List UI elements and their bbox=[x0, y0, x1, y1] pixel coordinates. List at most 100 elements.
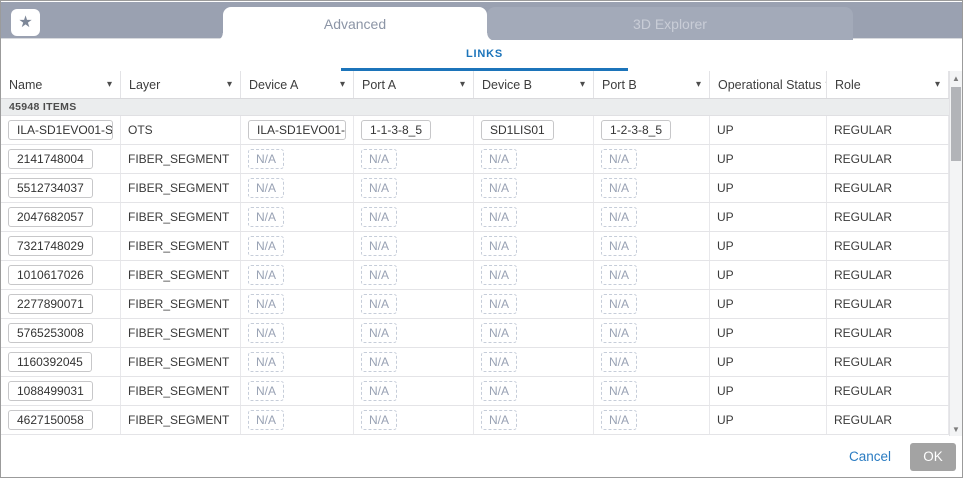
port-a-field-na-placeholder[interactable]: N/A bbox=[361, 410, 398, 430]
device-b-field[interactable]: SD1LIS01 bbox=[481, 120, 554, 140]
column-filter-caret-icon[interactable]: ▾ bbox=[696, 79, 701, 90]
device-a-field-na-placeholder[interactable]: N/A bbox=[248, 294, 285, 314]
device-a-field-na-placeholder[interactable]: N/A bbox=[248, 178, 285, 198]
cancel-button[interactable]: Cancel bbox=[849, 449, 891, 464]
column-filter-caret-icon[interactable]: ▾ bbox=[340, 79, 345, 90]
port-b-field[interactable]: 1-2-3-8_5 bbox=[601, 120, 672, 140]
device-b-field-na-placeholder[interactable]: N/A bbox=[481, 381, 518, 401]
device-a-field-na-placeholder[interactable]: N/A bbox=[248, 265, 285, 285]
scrollbar-thumb[interactable] bbox=[951, 87, 961, 161]
device-a-field-na-placeholder[interactable]: N/A bbox=[248, 207, 285, 227]
role-cell: REGULAR bbox=[827, 116, 949, 144]
name-field[interactable]: 4627150058 bbox=[8, 410, 93, 430]
device-a-field-cell: N/A bbox=[241, 377, 354, 405]
port-b-field-na-placeholder[interactable]: N/A bbox=[601, 352, 638, 372]
port-a-field-na-placeholder[interactable]: N/A bbox=[361, 265, 398, 285]
device-b-field-cell: SD1LIS01 bbox=[474, 116, 594, 144]
column-header-device-a[interactable]: Device A ▾ bbox=[241, 71, 354, 98]
scroll-down-icon[interactable]: ▼ bbox=[950, 424, 962, 436]
port-b-field-na-placeholder[interactable]: N/A bbox=[601, 236, 638, 256]
items-count-band: 45948 ITEMS bbox=[1, 99, 949, 116]
device-b-field-na-placeholder[interactable]: N/A bbox=[481, 178, 518, 198]
device-a-field-na-placeholder[interactable]: N/A bbox=[248, 352, 285, 372]
tab-advanced[interactable]: Advanced bbox=[215, 7, 495, 41]
port-b-field-na-placeholder[interactable]: N/A bbox=[601, 323, 638, 343]
device-a-field-na-placeholder[interactable]: N/A bbox=[248, 410, 285, 430]
device-b-field-na-placeholder[interactable]: N/A bbox=[481, 149, 518, 169]
port-b-field-na-placeholder[interactable]: N/A bbox=[601, 207, 638, 227]
device-b-field-na-placeholder[interactable]: N/A bbox=[481, 265, 518, 285]
name-field[interactable]: 1088499031 bbox=[8, 381, 93, 401]
port-a-field-na-placeholder[interactable]: N/A bbox=[361, 381, 398, 401]
column-header-name[interactable]: Name ▾ bbox=[1, 71, 121, 98]
name-field[interactable]: 5512734037 bbox=[8, 178, 93, 198]
layer-cell: FIBER_SEGMENT bbox=[121, 319, 241, 347]
column-filter-caret-icon[interactable]: ▾ bbox=[227, 79, 232, 90]
column-header-role[interactable]: Role ▾ bbox=[827, 71, 949, 98]
device-b-field-na-placeholder[interactable]: N/A bbox=[481, 207, 518, 227]
port-b-field-na-placeholder[interactable]: N/A bbox=[601, 265, 638, 285]
column-filter-caret-icon[interactable]: ▾ bbox=[935, 79, 940, 90]
column-filter-caret-icon[interactable]: ▾ bbox=[580, 79, 585, 90]
port-a-field-cell: N/A bbox=[354, 348, 474, 376]
favorite-button[interactable]: ★ bbox=[11, 9, 40, 36]
port-b-field-na-placeholder[interactable]: N/A bbox=[601, 178, 638, 198]
column-header-label: Name bbox=[9, 77, 43, 92]
column-filter-caret-icon[interactable]: ▾ bbox=[107, 79, 112, 90]
layer-cell: FIBER_SEGMENT bbox=[121, 377, 241, 405]
column-header-label: Layer bbox=[129, 77, 161, 92]
port-a-field-na-placeholder[interactable]: N/A bbox=[361, 149, 398, 169]
role-cell: REGULAR bbox=[827, 232, 949, 260]
column-header-device-b[interactable]: Device B ▾ bbox=[474, 71, 594, 98]
name-field[interactable]: 2277890071 bbox=[8, 294, 93, 314]
device-b-field-na-placeholder[interactable]: N/A bbox=[481, 352, 518, 372]
port-b-field-na-placeholder[interactable]: N/A bbox=[601, 410, 638, 430]
name-field[interactable]: 1160392045 bbox=[8, 352, 92, 372]
tab-3d-explorer[interactable]: 3D Explorer bbox=[487, 7, 853, 40]
device-a-field-na-placeholder[interactable]: N/A bbox=[248, 381, 285, 401]
port-b-field-na-placeholder[interactable]: N/A bbox=[601, 294, 638, 314]
name-field[interactable]: ILA-SD1EVO01-S... bbox=[8, 120, 113, 140]
operational-status-cell: UP bbox=[710, 348, 827, 376]
column-header-layer[interactable]: Layer ▾ bbox=[121, 71, 241, 98]
device-a-field-na-placeholder[interactable]: N/A bbox=[248, 149, 285, 169]
vertical-scrollbar[interactable]: ▲ ▼ bbox=[949, 71, 962, 438]
port-a-field-na-placeholder[interactable]: N/A bbox=[361, 178, 398, 198]
device-b-field-na-placeholder[interactable]: N/A bbox=[481, 294, 518, 314]
name-field[interactable]: 2141748004 bbox=[8, 149, 93, 169]
scroll-up-icon[interactable]: ▲ bbox=[950, 73, 962, 85]
name-field[interactable]: 5765253008 bbox=[8, 323, 93, 343]
name-field[interactable]: 2047682057 bbox=[8, 207, 93, 227]
column-header-port-a[interactable]: Port A ▾ bbox=[354, 71, 474, 98]
column-header-port-b[interactable]: Port B ▾ bbox=[594, 71, 710, 98]
device-b-field-cell: N/A bbox=[474, 232, 594, 260]
port-a-field-na-placeholder[interactable]: N/A bbox=[361, 323, 398, 343]
device-a-field-na-placeholder[interactable]: N/A bbox=[248, 236, 285, 256]
ok-button[interactable]: OK bbox=[910, 442, 956, 471]
column-header-operational-status[interactable]: Operational Status▾ bbox=[710, 71, 827, 98]
port-a-field-na-placeholder[interactable]: N/A bbox=[361, 207, 398, 227]
port-a-field-cell: 1-1-3-8_5 bbox=[354, 116, 474, 144]
device-b-field-na-placeholder[interactable]: N/A bbox=[481, 323, 518, 343]
port-a-field[interactable]: 1-1-3-8_5 bbox=[361, 120, 432, 140]
layer-cell: FIBER_SEGMENT bbox=[121, 290, 241, 318]
device-a-field[interactable]: ILA-SD1EVO01-S... bbox=[248, 120, 346, 140]
port-b-field-na-placeholder[interactable]: N/A bbox=[601, 149, 638, 169]
name-field-cell: 2047682057 bbox=[1, 203, 121, 231]
layer-cell: FIBER_SEGMENT bbox=[121, 174, 241, 202]
port-a-field-na-placeholder[interactable]: N/A bbox=[361, 294, 398, 314]
device-b-field-cell: N/A bbox=[474, 145, 594, 173]
device-b-field-na-placeholder[interactable]: N/A bbox=[481, 410, 518, 430]
device-b-field-na-placeholder[interactable]: N/A bbox=[481, 236, 518, 256]
column-filter-caret-icon[interactable]: ▾ bbox=[460, 79, 465, 90]
port-a-field-na-placeholder[interactable]: N/A bbox=[361, 236, 398, 256]
port-b-field-cell: N/A bbox=[594, 203, 710, 231]
star-icon: ★ bbox=[18, 13, 33, 31]
tab-links[interactable]: LINKS bbox=[341, 39, 628, 71]
port-a-field-na-placeholder[interactable]: N/A bbox=[361, 352, 398, 372]
column-header-label: Port A bbox=[362, 77, 397, 92]
name-field[interactable]: 1010617026 bbox=[8, 265, 93, 285]
port-b-field-na-placeholder[interactable]: N/A bbox=[601, 381, 638, 401]
device-a-field-na-placeholder[interactable]: N/A bbox=[248, 323, 285, 343]
name-field[interactable]: 7321748029 bbox=[8, 236, 93, 256]
